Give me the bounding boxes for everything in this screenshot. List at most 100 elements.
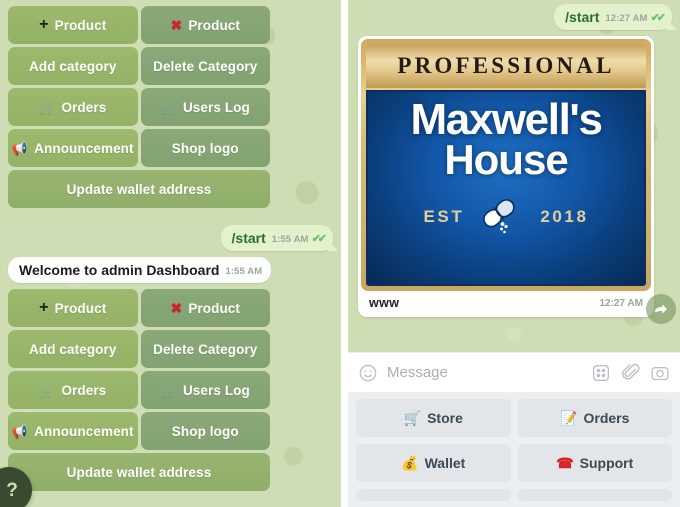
kb-button-label: Users Log	[182, 382, 250, 398]
kb-button-delete-category[interactable]: Delete Category	[140, 330, 270, 368]
read-receipt-icon: ✔✔	[311, 233, 328, 245]
paperclip-icon[interactable]	[620, 362, 641, 383]
bot-button-wallet[interactable]: 💰 Wallet	[356, 444, 511, 482]
kb-button-add-category[interactable]: Add category	[8, 47, 138, 85]
pill-capsule-icon	[480, 197, 524, 237]
logo-banner: PROFESSIONAL	[366, 44, 646, 88]
kb-button-users-log[interactable]: 🛒 Users Log	[140, 88, 270, 126]
message-meta: 1:55 AM	[225, 266, 262, 277]
kb-button-delete-category[interactable]: Delete Category	[140, 47, 270, 85]
loudspeaker-icon: 📢	[11, 423, 29, 439]
smiley-face-icon[interactable]	[358, 363, 378, 383]
camera-icon[interactable]	[650, 363, 670, 383]
logo-est-label: EST	[423, 207, 465, 227]
left-phone-screenshot: + Product ✖ Product Add category Delete …	[0, 0, 341, 507]
kb-button-label: Announcement	[34, 140, 134, 156]
chat-messages: /start 12:27 AM ✔✔ PROFESSIONAL Maxwell'…	[348, 0, 680, 324]
image-message-bubble[interactable]: PROFESSIONAL Maxwell's House EST 2018 ww…	[358, 36, 654, 317]
kb-button-add-product[interactable]: + Product	[8, 6, 138, 44]
kb-button-update-wallet-address[interactable]: Update wallet address	[8, 170, 270, 208]
message-time: 12:27 AM	[605, 13, 648, 24]
kb-button-update-wallet-address[interactable]: Update wallet address	[8, 453, 270, 491]
kb-button-label: Add category	[29, 58, 117, 74]
plus-icon: +	[39, 299, 49, 316]
kb-button-label: Delete Category	[153, 58, 258, 74]
logo-established-row: EST 2018	[423, 197, 588, 237]
message-time: 1:55 AM	[225, 266, 263, 277]
logo-brand-line-1: Maxwell's	[410, 95, 602, 144]
kb-button-delete-product[interactable]: ✖ Product	[140, 289, 270, 327]
kb-button-delete-product[interactable]: ✖ Product	[140, 6, 270, 44]
money-wallet-icon: 💰	[401, 455, 419, 471]
bot-button-label: Orders	[583, 410, 630, 426]
bot-button-partial-row[interactable]	[356, 489, 511, 501]
kb-button-label: Orders	[61, 99, 107, 115]
bubble-tail	[665, 17, 677, 30]
kb-button-label: Product	[188, 300, 241, 316]
kb-button-orders[interactable]: 🛒 Orders	[8, 371, 138, 409]
message-bubble-start-command[interactable]: /start 12:27 AM ✔✔	[554, 4, 677, 30]
message-text: Welcome to admin Dashboard	[19, 262, 220, 278]
message-row-outgoing: /start 1:55 AM ✔✔	[0, 225, 341, 251]
reply-keyboard-bottom: + Product ✖ Product Add category Delete …	[0, 289, 278, 491]
bot-button-partial-row[interactable]	[517, 489, 672, 501]
kb-button-shop-logo[interactable]: Shop logo	[140, 412, 270, 450]
shopping-cart-icon: 🛒	[39, 382, 56, 398]
message-time: 1:55 AM	[271, 234, 309, 245]
kb-button-announcement[interactable]: 📢 Announcement	[8, 129, 138, 167]
bot-button-support[interactable]: ☎ Support	[517, 444, 672, 482]
kb-button-users-log[interactable]: 🛒 Users Log	[140, 371, 270, 409]
message-bubble-welcome[interactable]: Welcome to admin Dashboard 1:55 AM	[8, 257, 272, 283]
cross-mark-icon: ✖	[170, 17, 183, 33]
kb-button-announcement[interactable]: 📢 Announcement	[8, 412, 138, 450]
kb-button-add-category[interactable]: Add category	[8, 330, 138, 368]
message-row-outgoing: /start 12:27 AM ✔✔	[348, 4, 680, 30]
dual-screenshot-composite: + Product ✖ Product Add category Delete …	[0, 0, 680, 507]
message-meta: 12:27 AM ✔✔	[605, 13, 666, 25]
reply-keyboard-top: + Product ✖ Product Add category Delete …	[0, 6, 278, 208]
sticker-grid-icon[interactable]	[591, 363, 611, 383]
loudspeaker-icon: 📢	[11, 140, 29, 156]
kb-button-label: Announcement	[34, 423, 134, 439]
shopping-cart-icon: 🛒	[160, 99, 177, 115]
bot-reply-keyboard: 🛒 Store 📝 Orders 💰 Wallet ☎ Support	[348, 392, 680, 507]
help-question-icon: ?	[6, 479, 18, 501]
kb-button-label: Users Log	[182, 99, 250, 115]
kb-button-orders[interactable]: 🛒 Orders	[8, 88, 138, 126]
kb-button-label: Update wallet address	[66, 464, 212, 480]
plus-icon: +	[39, 16, 49, 33]
logo-body: Maxwell's House EST 2018	[366, 90, 646, 286]
logo-est-year: 2018	[540, 207, 589, 227]
bubble-tail	[326, 238, 338, 251]
image-caption-row: www 12:27 AM	[361, 291, 651, 317]
forward-arrow-icon[interactable]	[646, 294, 676, 324]
cross-mark-icon: ✖	[170, 300, 183, 316]
message-time: 12:27 AM	[599, 297, 643, 309]
left-chat-content: + Product ✖ Product Add category Delete …	[0, 0, 341, 491]
kb-button-add-product[interactable]: + Product	[8, 289, 138, 327]
right-phone-screenshot: /start 12:27 AM ✔✔ PROFESSIONAL Maxwell'…	[348, 0, 680, 507]
telephone-icon: ☎	[556, 455, 574, 471]
kb-button-label: Product	[54, 300, 107, 316]
kb-button-shop-logo[interactable]: Shop logo	[140, 129, 270, 167]
logo-brand-line-2: House	[444, 136, 568, 184]
bot-button-orders[interactable]: 📝 Orders	[517, 399, 672, 437]
message-input-field[interactable]: Message	[387, 364, 582, 381]
kb-button-label: Delete Category	[153, 341, 258, 357]
kb-button-label: Orders	[61, 382, 107, 398]
kb-button-label: Add category	[29, 341, 117, 357]
panel-divider	[341, 0, 348, 507]
message-row-incoming: Welcome to admin Dashboard 1:55 AM	[0, 257, 341, 283]
image-caption-text: www	[369, 296, 400, 310]
kb-button-label: Product	[54, 17, 107, 33]
kb-button-label: Product	[188, 17, 241, 33]
kb-button-label: Shop logo	[171, 140, 239, 156]
message-bubble-start-command[interactable]: /start 1:55 AM ✔✔	[220, 225, 338, 251]
shopping-cart-icon: 🛒	[39, 99, 56, 115]
shopping-cart-icon: 🛒	[403, 410, 422, 426]
message-meta: 1:55 AM ✔✔	[271, 233, 328, 246]
bot-button-store[interactable]: 🛒 Store	[356, 399, 511, 437]
message-input-bar: Message	[348, 352, 680, 392]
bot-button-label: Support	[579, 455, 634, 471]
kb-button-label: Update wallet address	[66, 181, 212, 197]
